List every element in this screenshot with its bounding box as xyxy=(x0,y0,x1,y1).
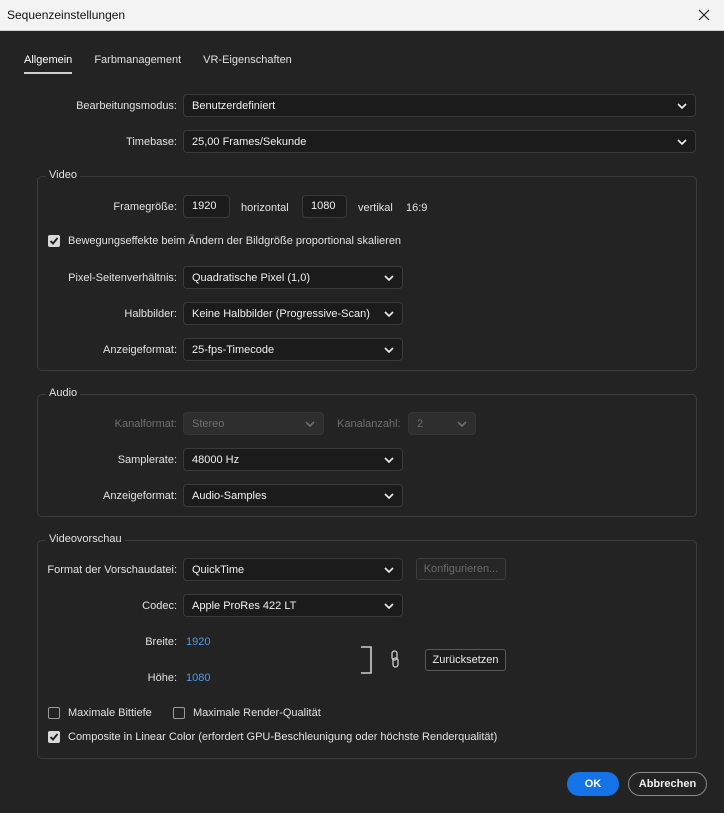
timebase-value: 25,00 Frames/Sekunde xyxy=(192,135,307,148)
preview-width-value[interactable]: 1920 xyxy=(186,631,210,653)
max-bit-depth-checkbox[interactable]: Maximale Bittiefe xyxy=(48,707,152,719)
window-title: Sequenzeinstellungen xyxy=(7,8,126,22)
aspect-ratio-text: 16:9 xyxy=(406,202,428,214)
sample-rate-select[interactable]: 48000 Hz xyxy=(183,448,403,471)
chevron-down-icon xyxy=(304,418,316,430)
close-icon[interactable] xyxy=(694,5,714,25)
scale-motion-label: Bewegungseffekte beim Ändern der Bildgrö… xyxy=(68,235,402,247)
cancel-button[interactable]: Abbrechen xyxy=(628,772,707,796)
preview-width-label: Breite: xyxy=(145,636,177,648)
editing-mode-value: Benutzerdefiniert xyxy=(192,99,276,112)
audio-group-title: Audio xyxy=(46,387,81,399)
chain-link-icon[interactable] xyxy=(390,650,400,671)
channel-count-value: 2 xyxy=(417,417,424,430)
fields-value: Keine Halbbilder (Progressive-Scan) xyxy=(192,307,370,320)
scale-motion-checkbox[interactable]: Bewegungseffekte beim Ändern der Bildgrö… xyxy=(48,235,401,247)
audio-display-format-select[interactable]: Audio-Samples xyxy=(183,484,403,507)
chevron-down-icon xyxy=(676,136,688,148)
codec-select[interactable]: Apple ProRes 422 LT xyxy=(183,594,403,617)
vertical-label: vertikal xyxy=(358,202,393,214)
preview-height-value[interactable]: 1080 xyxy=(186,667,210,689)
chevron-down-icon xyxy=(456,418,468,430)
configure-button: Konfigurieren... xyxy=(416,558,506,580)
chevron-down-icon xyxy=(383,600,395,612)
tab-bar: Allgemein Farbmanagement VR-Eigenschafte… xyxy=(24,54,292,74)
max-bit-depth-label: Maximale Bittiefe xyxy=(68,707,152,719)
fields-label: Halbbilder: xyxy=(124,308,177,320)
editing-mode-select[interactable]: Benutzerdefiniert xyxy=(183,94,696,117)
channel-format-label: Kanalformat: xyxy=(114,418,177,430)
pixel-aspect-label: Pixel-Seitenverhältnis: xyxy=(68,272,177,284)
pixel-aspect-value: Quadratische Pixel (1,0) xyxy=(192,271,310,284)
checkbox-box xyxy=(48,707,60,719)
sample-rate-label: Samplerate: xyxy=(117,454,177,466)
preview-format-value: QuickTime xyxy=(192,563,245,576)
editing-mode-label: Bearbeitungsmodus: xyxy=(76,100,177,112)
max-render-quality-checkbox[interactable]: Maximale Render-Qualität xyxy=(173,707,321,719)
codec-value: Apple ProRes 422 LT xyxy=(192,599,297,612)
video-preview-group-title: Videovorschau xyxy=(46,533,125,545)
codec-label: Codec: xyxy=(142,600,177,612)
channel-format-value: Stereo xyxy=(192,417,225,430)
tab-general[interactable]: Allgemein xyxy=(24,54,73,74)
tab-vr-properties[interactable]: VR-Eigenschaften xyxy=(203,54,292,74)
horizontal-label: horizontal xyxy=(241,202,289,214)
sample-rate-value: 48000 Hz xyxy=(192,453,240,466)
fields-select[interactable]: Keine Halbbilder (Progressive-Scan) xyxy=(183,302,403,325)
audio-display-format-label: Anzeigeformat: xyxy=(103,490,177,502)
max-render-quality-label: Maximale Render-Qualität xyxy=(193,707,321,719)
timebase-select[interactable]: 25,00 Frames/Sekunde xyxy=(183,130,696,153)
channel-count-select: 2 xyxy=(408,412,476,435)
reset-button[interactable]: Zurücksetzen xyxy=(425,649,506,671)
timebase-label: Timebase: xyxy=(126,136,177,148)
tab-color-management[interactable]: Farbmanagement xyxy=(94,54,181,74)
preview-format-select[interactable]: QuickTime xyxy=(183,558,403,581)
video-display-format-label: Anzeigeformat: xyxy=(103,344,177,356)
title-bar: Sequenzeinstellungen xyxy=(0,0,724,31)
chevron-down-icon xyxy=(383,308,395,320)
video-group-title: Video xyxy=(46,169,80,181)
link-bracket-icon xyxy=(360,646,374,677)
chevron-down-icon xyxy=(676,100,688,112)
preview-height-label: Höhe: xyxy=(147,672,177,684)
chevron-down-icon xyxy=(383,344,395,356)
channel-count-label: Kanalanzahl: xyxy=(337,418,401,430)
frame-size-label: Framegröße: xyxy=(113,201,177,213)
composite-linear-checkbox[interactable]: Composite in Linear Color (erfordert GPU… xyxy=(48,731,497,743)
channel-format-select: Stereo xyxy=(183,412,324,435)
checkbox-box xyxy=(48,235,60,247)
chevron-down-icon xyxy=(383,564,395,576)
video-display-format-select[interactable]: 25-fps-Timecode xyxy=(183,338,403,361)
preview-format-label: Format der Vorschaudatei: xyxy=(47,564,177,576)
checkbox-box xyxy=(48,731,60,743)
chevron-down-icon xyxy=(383,490,395,502)
checkbox-box xyxy=(173,707,185,719)
ok-button[interactable]: OK xyxy=(567,772,619,796)
chevron-down-icon xyxy=(383,454,395,466)
pixel-aspect-select[interactable]: Quadratische Pixel (1,0) xyxy=(183,266,403,289)
frame-height-input[interactable]: 1080 xyxy=(302,195,347,218)
chevron-down-icon xyxy=(383,272,395,284)
video-display-format-value: 25-fps-Timecode xyxy=(192,343,275,356)
composite-linear-label: Composite in Linear Color (erfordert GPU… xyxy=(68,731,498,743)
frame-width-input[interactable]: 1920 xyxy=(183,195,230,218)
audio-display-format-value: Audio-Samples xyxy=(192,489,267,502)
